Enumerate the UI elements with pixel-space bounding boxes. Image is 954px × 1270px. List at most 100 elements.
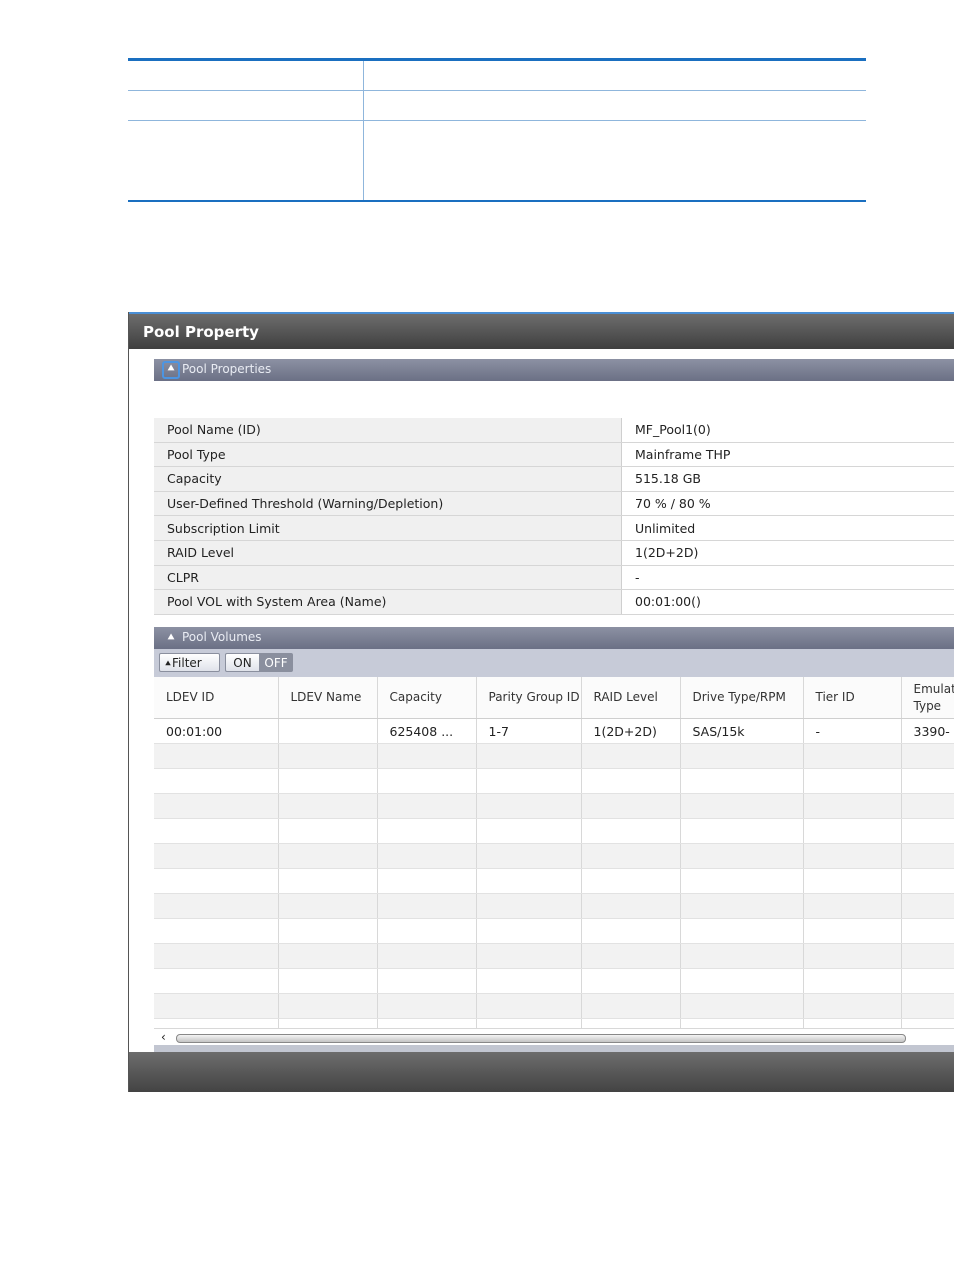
table-cell: 00:01:00 [154,718,279,744]
table-row [154,968,954,994]
property-value: 1(2D+2D) [621,540,954,566]
table-cell [581,993,681,1019]
property-value: MF_Pool1(0) [621,418,954,443]
property-key: Pool VOL with System Area (Name) [154,589,622,615]
table-cell [154,743,279,769]
table-cell [581,893,681,919]
property-row: User-Defined Threshold (Warning/Depletio… [154,491,954,517]
table-cell [581,768,681,794]
property-key: Capacity [154,466,622,492]
horizontal-scrollbar[interactable]: ‹ [154,1028,954,1046]
pool-volumes-grid-container: LDEV ID LDEV Name Capacity Parity Group ID R… [154,677,954,1028]
table-row [154,1018,954,1028]
double-chevron-up-icon[interactable]: ⯅ [162,361,180,379]
property-key: Subscription Limit [154,515,622,541]
table-cell [803,893,902,919]
table-cell [803,868,902,894]
double-chevron-up-icon[interactable]: ⯅ [163,630,179,646]
table-cell [278,718,378,744]
column-header[interactable]: Capacity [377,677,477,719]
table-row[interactable]: 00:01:00 625408 ... 1-7 1(2D+2D) SAS/15k -339… [154,718,954,744]
property-value: - [621,565,954,591]
table-cell [377,943,477,969]
table-cell [154,968,279,994]
table-cell [278,968,378,994]
pool-properties-table: Pool Name (ID) MF_Pool1(0) Pool Type Mainfr… [154,418,954,615]
chevron-left-icon[interactable]: ‹ [161,1030,166,1044]
table-cell [476,943,582,969]
table-cell [278,818,378,844]
scroll-thumb[interactable] [176,1034,906,1043]
table-cell [680,918,804,944]
column-header[interactable]: RAID Level [581,677,681,719]
table-cell [476,968,582,994]
table-cell [581,818,681,844]
property-row: RAID Level 1(2D+2D) [154,540,954,566]
filter-button[interactable]: ⯅Filter [159,653,220,672]
table-cell [476,868,582,894]
property-row: Pool Name (ID) MF_Pool1(0) [154,418,954,443]
table-cell: 1-7 [476,718,582,744]
table-cell [803,993,902,1019]
table-cell [278,743,378,769]
table-cell [476,918,582,944]
window-content: ⯅ Pool Properties Pool Name (ID) MF_Pool1… [129,349,954,1077]
table-cell [901,743,954,769]
pool-properties-header[interactable]: ⯅ Pool Properties [154,359,954,381]
property-row: CLPR - [154,565,954,591]
property-key: RAID Level [154,540,622,566]
table-cell [680,743,804,769]
section-label: Pool Properties [182,362,272,376]
table-cell [901,768,954,794]
table-cell [154,793,279,819]
table-cell [901,868,954,894]
table-cell [377,993,477,1019]
table-cell [803,793,902,819]
table-cell [154,1018,279,1028]
table-cell [581,943,681,969]
table-cell [476,768,582,794]
pool-volumes-toolbar: ⯅Filter ON OFF [154,649,954,677]
table-cell [803,768,902,794]
table-cell [680,768,804,794]
table-cell [901,993,954,1019]
table-cell [476,993,582,1019]
window-title: Pool Property [143,323,259,341]
table-cell [803,968,902,994]
column-header[interactable]: Parity Group ID [476,677,582,719]
property-value: 515.18 GB [621,466,954,492]
property-value: 70 % / 80 % [621,491,954,517]
table-row [154,893,954,919]
filter-on-button[interactable]: ON [225,653,259,672]
table-cell [278,793,378,819]
column-header[interactable]: LDEV Name [278,677,378,719]
window-titlebar[interactable]: Pool Property [129,312,954,349]
table-cell [680,968,804,994]
table-cell [154,893,279,919]
column-header[interactable]: Emulation Type [901,677,954,719]
table-cell: 625408 ... [377,718,477,744]
table-cell [476,893,582,919]
table-cell [377,843,477,869]
property-value: Mainframe THP [621,442,954,468]
table-cell: SAS/15k [680,718,804,744]
column-header[interactable]: LDEV ID [154,677,279,719]
table-cell [680,793,804,819]
column-header[interactable]: Tier ID [803,677,902,719]
property-value: Unlimited [621,515,954,541]
pool-property-window: Pool Property ⯅ Pool Properties Pool Nam… [128,312,954,1092]
table-cell [377,768,477,794]
table-cell [278,843,378,869]
table-cell [901,918,954,944]
window-footer [129,1052,954,1092]
table-cell [803,1018,902,1028]
pool-volumes-header[interactable]: ⯅ Pool Volumes [154,627,954,649]
property-row: Pool Type Mainframe THP [154,442,954,468]
table-row [154,993,954,1019]
table-cell [377,968,477,994]
table-cell: - [803,718,902,744]
table-cell [803,843,902,869]
table-cell [154,843,279,869]
filter-off-button[interactable]: OFF [259,653,293,672]
column-header[interactable]: Drive Type/RPM [680,677,804,719]
